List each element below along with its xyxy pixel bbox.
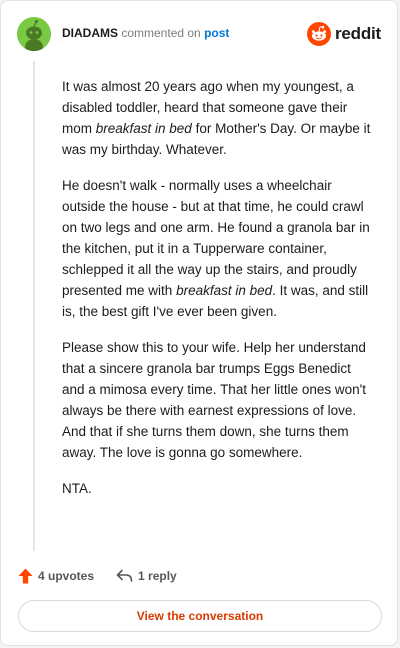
italic-text: breakfast in bed: [95, 121, 192, 136]
post-link[interactable]: post: [204, 26, 229, 40]
comment-paragraph: NTA.: [62, 478, 372, 499]
view-conversation-button[interactable]: View the conversation: [18, 600, 382, 632]
action-text: commented on: [121, 26, 201, 40]
upvote-count: 4 upvotes: [38, 569, 95, 583]
comment-paragraph: It was almost 20 years ago when my young…: [62, 76, 372, 160]
snoo-avatar-icon: [17, 17, 51, 51]
comment-actions: 4 upvotes 1 reply: [18, 566, 199, 586]
comment-text: Please show this to your wife. Help her …: [62, 340, 366, 460]
comment-paragraph: Please show this to your wife. Help her …: [62, 337, 372, 463]
reddit-logo-icon: [306, 22, 331, 46]
comment-text: NTA.: [62, 481, 92, 496]
upvote-arrow-icon: [18, 568, 33, 584]
thread-line[interactable]: [33, 61, 35, 551]
comment-meta: DIADAMS commented on post: [62, 26, 229, 40]
reddit-wordmark: reddit: [334, 24, 381, 43]
reply-button[interactable]: 1 reply: [116, 569, 177, 583]
comment-header: DIADAMS commented on post reddit: [17, 17, 381, 53]
reddit-logo[interactable]: reddit: [306, 21, 381, 47]
comment-text: He doesn't walk - normally uses a wheelc…: [62, 178, 370, 298]
upvote-button[interactable]: 4 upvotes: [18, 568, 94, 584]
comment-card: DIADAMS commented on post reddit It was …: [0, 0, 398, 646]
user-avatar[interactable]: [17, 17, 51, 51]
comment-body: It was almost 20 years ago when my young…: [62, 76, 372, 514]
username-link[interactable]: DIADAMS: [62, 26, 118, 40]
comment-paragraph: He doesn't walk - normally uses a wheelc…: [62, 175, 372, 322]
reply-arrow-icon: [116, 569, 133, 582]
reply-count: 1 reply: [138, 569, 177, 583]
italic-text: breakfast in bed: [176, 283, 273, 298]
